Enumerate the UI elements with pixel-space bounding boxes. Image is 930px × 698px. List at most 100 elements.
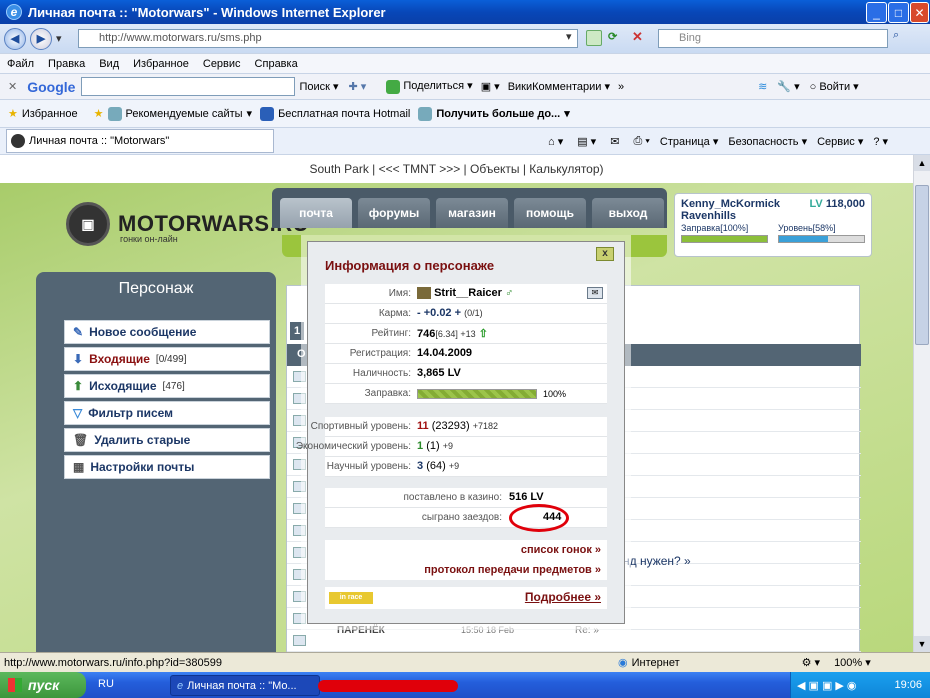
scroll-thumb[interactable]: [915, 185, 929, 345]
wrench-icon[interactable]: 🔧 ▾: [777, 80, 799, 93]
favorites-button[interactable]: ★ Избранное: [8, 107, 78, 121]
address-dropdown-icon[interactable]: ▾: [566, 30, 578, 47]
more-icon[interactable]: »: [618, 81, 624, 93]
menu-file[interactable]: Файл: [0, 58, 41, 70]
address-input[interactable]: http://www.motorwars.ru/sms.php: [78, 29, 578, 48]
mail-reply-subject[interactable]: Re: »: [575, 625, 599, 636]
hotmail-link[interactable]: Бесплатная почта Hotmail: [260, 106, 410, 121]
menu-help[interactable]: Справка: [248, 58, 305, 70]
nav-mail[interactable]: почта: [280, 198, 352, 228]
popup-close-button[interactable]: x: [596, 247, 614, 261]
minimize-button[interactable]: _: [866, 2, 887, 23]
scroll-up-icon[interactable]: ▲: [914, 155, 930, 171]
google-search-input[interactable]: [81, 77, 296, 96]
login-button[interactable]: ○ Войти ▾: [810, 80, 859, 93]
mail-checkbox[interactable]: [293, 613, 306, 624]
row-cash: Наличность: 3,865 LV: [325, 364, 607, 384]
taskbar-window-button[interactable]: e Личная почта :: "Mo...: [170, 675, 320, 696]
mail-checkbox[interactable]: [293, 393, 306, 404]
user-team[interactable]: Ravenhills: [681, 210, 865, 222]
page-menu[interactable]: Страница ▾: [660, 135, 718, 148]
nav-help[interactable]: помощь: [514, 198, 586, 228]
mail-checkbox[interactable]: [293, 635, 306, 646]
taskbar: пуск RU e Личная почта :: "Mo... ◀ ▣ ▣ ▶ …: [0, 672, 930, 698]
rss-icon[interactable]: ▤ ▾: [577, 135, 596, 148]
language-indicator[interactable]: RU: [98, 678, 114, 690]
tab-active[interactable]: Личная почта :: "Motorwars": [6, 129, 274, 153]
menu-outbox[interactable]: ⬆ Исходящие [476]: [64, 374, 270, 398]
mail-checkbox[interactable]: [293, 525, 306, 536]
add-icon[interactable]: ✚ ▾: [349, 80, 367, 93]
zoom-control[interactable]: 100% ▾: [834, 656, 871, 669]
mail-checkbox[interactable]: [293, 481, 306, 492]
close-toolbar-icon[interactable]: ✕: [8, 80, 17, 93]
user-name[interactable]: Kenny_McKormick: [681, 198, 780, 210]
protected-mode-icon[interactable]: ⚙ ▾: [802, 656, 820, 669]
maximize-button[interactable]: □: [888, 2, 909, 23]
nav-shop[interactable]: магазин: [436, 198, 508, 228]
transfer-log-link[interactable]: протокол передачи предметов »: [325, 560, 607, 580]
mail-checkbox[interactable]: [293, 591, 306, 602]
page-number[interactable]: 1: [290, 322, 304, 340]
filter-icon: ▽: [73, 406, 83, 420]
mail-checkbox[interactable]: [293, 503, 306, 514]
rating-up-icon: ⇧: [478, 328, 488, 340]
mail-checkbox[interactable]: [293, 547, 306, 558]
row-name: Имя: Strit__Raicer ♂ ✉: [325, 284, 607, 304]
vertical-scrollbar[interactable]: ▲ ▼: [913, 155, 930, 652]
menu-bar: Файл Правка Вид Избранное Сервис Справка: [0, 54, 930, 74]
menu-edit[interactable]: Правка: [41, 58, 92, 70]
menu-delete-old[interactable]: 🗑 Удалить старые: [64, 428, 270, 452]
clock: 19:06: [894, 679, 922, 691]
menu-filter[interactable]: ▽ Фильтр писем: [64, 401, 270, 425]
history-dropdown-icon[interactable]: ▾: [56, 32, 62, 45]
forward-button[interactable]: ▶: [30, 27, 52, 50]
close-window-button[interactable]: ✕: [910, 2, 929, 23]
menu-tools[interactable]: Сервис: [196, 58, 248, 70]
help-icon[interactable]: ? ▾: [873, 135, 888, 148]
menu-view[interactable]: Вид: [92, 58, 126, 70]
search-input[interactable]: Bing: [658, 29, 888, 48]
menu-mail-settings[interactable]: ▦ Настройки почты: [64, 455, 270, 479]
row-economic-level: Экономический уровень: 1 (1) +9: [296, 437, 607, 457]
mail-sender[interactable]: ПАРЕНЁК: [337, 625, 385, 636]
mail-checkbox[interactable]: [293, 459, 306, 470]
share-button[interactable]: Поделиться ▾: [386, 79, 473, 94]
compatibility-icon[interactable]: [586, 30, 602, 46]
send-mail-icon[interactable]: ✉: [587, 287, 603, 299]
nav-exit[interactable]: выход: [592, 198, 664, 228]
wifi-icon[interactable]: ≋: [758, 80, 767, 93]
menu-new-message[interactable]: ✎ Новое сообщение: [64, 320, 270, 344]
race-list-link[interactable]: список гонок »: [325, 540, 607, 560]
top-links[interactable]: South Park | <<< TMNT >>> | Объекты | Ка…: [0, 155, 913, 183]
home-icon[interactable]: ⌂ ▾: [548, 135, 563, 148]
get-more-addons-link[interactable]: Получить больше до... ▾: [418, 106, 570, 121]
recommended-sites-link[interactable]: ★ Рекомендуемые сайты ▾: [94, 106, 252, 121]
stop-icon[interactable]: ✕: [632, 29, 643, 45]
menu-favorites[interactable]: Избранное: [126, 58, 196, 70]
security-menu[interactable]: Безопасность ▾: [728, 135, 807, 148]
search-icon[interactable]: ⌕: [893, 29, 913, 48]
service-menu[interactable]: Сервис ▾: [817, 135, 863, 148]
player-name[interactable]: Strit__Raicer: [434, 287, 502, 299]
mail-icon[interactable]: ✉: [610, 135, 619, 148]
print-icon[interactable]: ⎙ ▾: [633, 135, 649, 148]
mail-checkbox[interactable]: [293, 569, 306, 580]
menu-inbox[interactable]: ⬇ Входящие [0/499]: [64, 347, 270, 371]
mail-checkbox[interactable]: [293, 371, 306, 382]
tray-icons[interactable]: ◀ ▣ ▣ ▶ ◉: [797, 679, 857, 692]
more-details-link[interactable]: Подробнее »: [525, 590, 601, 604]
ie-page-icon: [107, 106, 122, 121]
refresh-icon[interactable]: ⟳: [608, 30, 617, 43]
mail-subject[interactable]: нд нужен? »: [623, 554, 691, 568]
site-favicon-icon: [11, 134, 25, 148]
back-button[interactable]: ◀: [4, 27, 26, 50]
scroll-down-icon[interactable]: ▼: [914, 636, 930, 652]
nav-forums[interactable]: форумы: [358, 198, 430, 228]
start-button[interactable]: пуск: [0, 672, 86, 698]
tab-title: Личная почта :: "Motorwars": [29, 135, 170, 147]
google-search-button[interactable]: Поиск ▾: [299, 80, 338, 93]
mail-checkbox[interactable]: [293, 415, 306, 426]
bookmark-icon[interactable]: ▣ ▾: [481, 80, 500, 93]
wiki-button[interactable]: ВикиКомментарии ▾: [508, 80, 610, 93]
